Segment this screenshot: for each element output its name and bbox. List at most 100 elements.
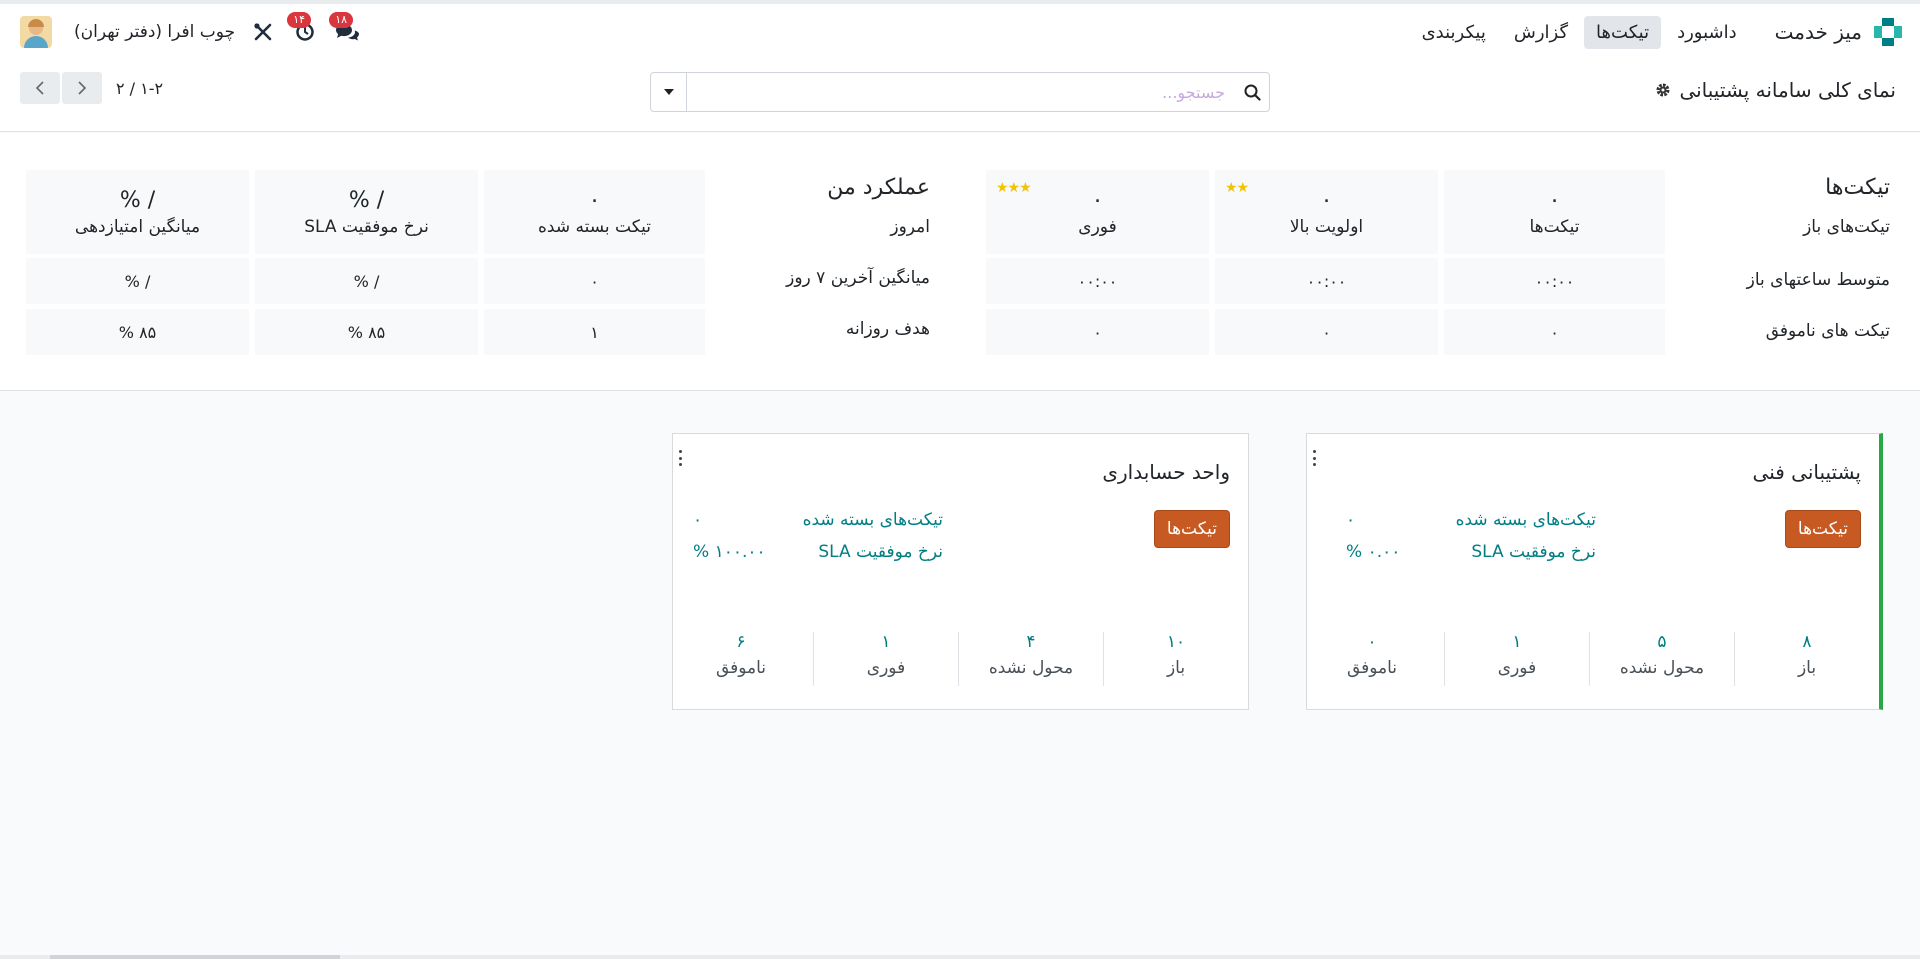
stat-label: نرخ موفقیت SLA: [304, 216, 429, 237]
stat-open-high-priority[interactable]: ★★ ۰ اولویت بالا: [1215, 170, 1438, 254]
sla-rate-link[interactable]: نرخ موفقیت SLA ۰.۰۰ %: [1346, 542, 1596, 566]
stat-failed-tickets[interactable]: ۰: [1444, 309, 1665, 355]
stat-value: ۰: [1550, 322, 1559, 342]
stat-value: ۱: [590, 322, 599, 342]
activities-systray[interactable]: ۱۴: [287, 12, 319, 46]
team-stat-open[interactable]: ۱۰ باز: [1104, 632, 1248, 688]
sla-rate-link[interactable]: نرخ موفقیت SLA ۱۰۰.۰۰ %: [693, 542, 943, 566]
stat-avg-tickets[interactable]: ۰۰:۰۰: [1444, 258, 1665, 304]
closed-tickets-link[interactable]: تیکت‌های بسته شده ۰: [1346, 510, 1596, 534]
search-bar: [650, 72, 1270, 112]
menu-configuration[interactable]: پیکربندی: [1410, 16, 1498, 49]
tickets-button[interactable]: تیکت‌ها: [1153, 510, 1230, 548]
perf-row-label-target: هدف روزانه: [845, 319, 930, 339]
team-card-accounting: واحد حسابداری تیکت‌ها تیکت‌های بسته شده …: [672, 433, 1249, 710]
stat-open-urgent[interactable]: ★★★ ۰ فوری: [986, 170, 1209, 254]
team-stat-unassigned[interactable]: ۵ محول نشده: [1590, 632, 1734, 688]
perf-rating-avg7[interactable]: / %: [26, 258, 249, 304]
search-icon[interactable]: [1235, 84, 1269, 101]
stat-value: ۰۰:۰۰: [1534, 271, 1575, 291]
link-value: ۰.۰۰ %: [1346, 542, 1401, 562]
kebab-menu-icon[interactable]: [676, 448, 684, 468]
team-stat-failed[interactable]: ۶ ناموفق: [669, 632, 813, 688]
perf-closed-target[interactable]: ۱: [484, 309, 705, 355]
stat-label: محول نشده: [988, 658, 1074, 678]
gear-icon[interactable]: [1655, 82, 1671, 98]
app-name[interactable]: میز خدمت: [1775, 20, 1862, 44]
team-name[interactable]: پشتیبانی فنی: [1753, 460, 1861, 484]
menu-dashboard[interactable]: داشبورد: [1665, 16, 1749, 49]
three-stars-icon: ★★★: [996, 180, 1032, 196]
control-panel: نمای کلی سامانه پشتیبانی ۱-۲ / ۲: [0, 60, 1920, 132]
perf-sla-avg7[interactable]: / %: [255, 258, 478, 304]
performance-section-title: عملکرد من: [827, 175, 930, 200]
stat-label: ناموفق: [715, 658, 767, 678]
stat-value: ۴: [1026, 632, 1036, 652]
tools-systray[interactable]: [249, 18, 277, 46]
stat-value: ۰۰:۰۰: [1077, 271, 1118, 291]
row-label-open: تیکت‌های باز: [1803, 217, 1890, 237]
messages-systray[interactable]: ۱۸: [329, 12, 361, 46]
stat-open-tickets[interactable]: ۰ تیکت‌ها: [1444, 170, 1665, 254]
stat-label: میانگین امتیازدهی: [74, 216, 201, 237]
menu-tickets[interactable]: تیکت‌ها: [1584, 15, 1662, 49]
perf-sla-target[interactable]: ۸۵ %: [255, 309, 478, 355]
closed-tickets-link[interactable]: تیکت‌های بسته شده ۰: [693, 510, 943, 534]
link-value: ۱۰۰.۰۰ %: [693, 542, 766, 562]
stat-label: ناموفق: [1346, 658, 1398, 678]
team-stat-open[interactable]: ۸ باز: [1735, 632, 1879, 688]
row-label-avg-hours: متوسط ساعتهای باز: [1746, 270, 1890, 290]
nav-main-menu: میز خدمت داشبورد تیکت‌ها گزارش پیکربندی: [1410, 15, 1902, 49]
search-options-toggle[interactable]: [651, 73, 687, 111]
stats-panel: تیکت‌ها تیکت‌های باز متوسط ساعتهای باز ت…: [0, 133, 1920, 391]
team-stat-failed[interactable]: ۰ ناموفق: [1300, 632, 1444, 688]
stat-avg-high-priority[interactable]: ۰۰:۰۰: [1215, 258, 1438, 304]
stat-value: ۰: [1093, 322, 1102, 342]
pager: ۱-۲ / ۲: [20, 72, 163, 104]
horizontal-scrollbar[interactable]: [0, 955, 1920, 959]
stat-label: اولویت بالا: [1289, 216, 1364, 237]
stat-failed-urgent[interactable]: ۰: [986, 309, 1209, 355]
search-input[interactable]: [687, 73, 1235, 111]
link-value: ۰: [1346, 510, 1356, 530]
stat-value: ۸: [1802, 632, 1812, 652]
stat-value: ۸۵ %: [347, 322, 386, 342]
divider: [1734, 632, 1735, 686]
tickets-section-title: تیکت‌ها: [1825, 175, 1890, 200]
team-stat-urgent[interactable]: ۱ فوری: [1445, 632, 1589, 688]
two-stars-icon: ★★: [1225, 180, 1249, 196]
caret-down-icon: [663, 89, 674, 95]
team-stat-unassigned[interactable]: ۴ محول نشده: [959, 632, 1103, 688]
company-switcher[interactable]: چوب افرا (دفتر تهران): [74, 22, 235, 42]
team-card-technical-support: پشتیبانی فنی تیکت‌ها تیکت‌های بسته شده ۰…: [1306, 433, 1883, 710]
stat-value: ۵: [1657, 632, 1667, 652]
stat-label: فوری: [866, 658, 906, 678]
page-title: نمای کلی سامانه پشتیبانی: [1655, 78, 1896, 102]
perf-sla-rate[interactable]: / % نرخ موفقیت SLA: [255, 170, 478, 254]
kebab-menu-icon[interactable]: [1310, 448, 1318, 468]
stat-value: ۰: [1320, 187, 1333, 213]
stat-avg-urgent[interactable]: ۰۰:۰۰: [986, 258, 1209, 304]
tickets-button[interactable]: تیکت‌ها: [1784, 510, 1861, 548]
perf-rating-target[interactable]: ۸۵ %: [26, 309, 249, 355]
chevron-left-icon: [35, 81, 44, 95]
menu-reporting[interactable]: گزارش: [1502, 16, 1580, 49]
helpdesk-logo-icon[interactable]: [1874, 18, 1902, 46]
stat-failed-high-priority[interactable]: ۰: [1215, 309, 1438, 355]
perf-closed-tickets[interactable]: ۰ تیکت بسته شده: [484, 170, 705, 254]
pager-next-button[interactable]: [62, 72, 102, 104]
perf-closed-avg7[interactable]: ۰: [484, 258, 705, 304]
divider: [1589, 632, 1590, 686]
stat-value: ۱: [881, 632, 891, 652]
team-stat-urgent[interactable]: ۱ فوری: [814, 632, 958, 688]
perf-avg-rating[interactable]: / % میانگین امتیازدهی: [26, 170, 249, 254]
user-avatar[interactable]: [20, 16, 52, 48]
messages-badge: ۱۸: [329, 12, 354, 28]
team-name[interactable]: واحد حسابداری: [1102, 460, 1230, 484]
stat-label: باز: [1166, 658, 1186, 678]
pager-value[interactable]: ۱-۲ / ۲: [116, 79, 163, 98]
stat-label: تیکت بسته شده: [538, 216, 651, 237]
pager-previous-button[interactable]: [20, 72, 60, 104]
stat-value: ۱: [1512, 632, 1522, 652]
divider: [1444, 632, 1445, 686]
